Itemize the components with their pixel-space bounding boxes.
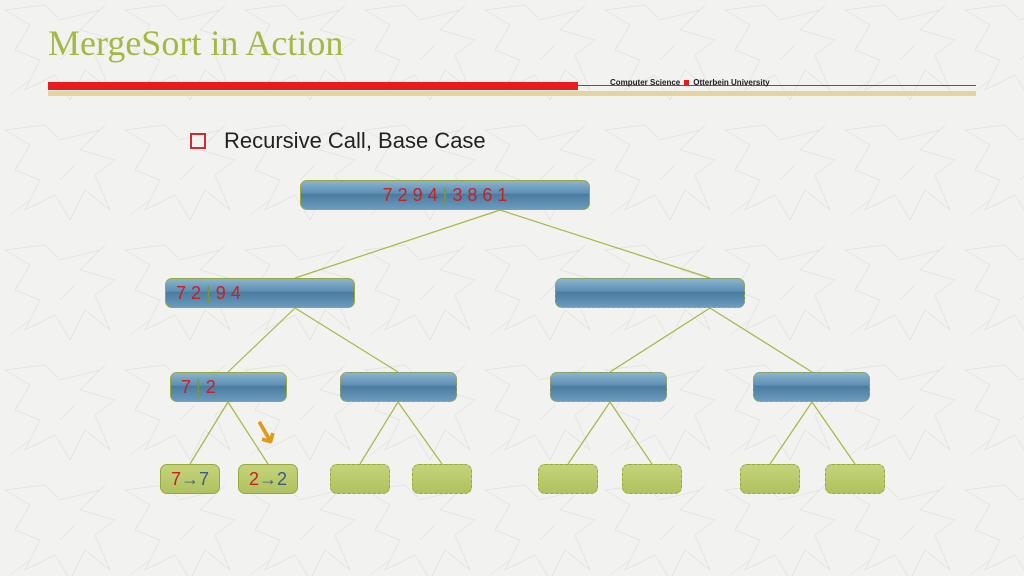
leaf-4-empty	[538, 464, 598, 494]
leaf-3-empty	[412, 464, 472, 494]
leaf-0: 7→7	[160, 464, 220, 494]
node-l2-3-empty	[753, 372, 870, 402]
recursion-tree: 7 2 9 4 | 3 8 6 1 7 2 | 9 4 7 | 2 ↘ 7→7 …	[0, 172, 1024, 512]
tree-connectors	[0, 172, 1024, 512]
node-l1-right-empty	[555, 278, 745, 308]
institution-right: Otterbein University	[693, 78, 769, 87]
institution-left: Computer Science	[610, 78, 680, 87]
bullet-text: Recursive Call, Base Case	[224, 128, 486, 154]
slide-title: MergeSort in Action	[0, 0, 1024, 64]
divider-ruler: Computer Science Otterbein University	[0, 82, 1024, 100]
node-l1-left: 7 2 | 9 4	[165, 278, 355, 308]
leaf-6-empty	[740, 464, 800, 494]
node-l2-1-empty	[340, 372, 457, 402]
leaf-7-empty	[825, 464, 885, 494]
leaf-5-empty	[622, 464, 682, 494]
leaf-1: 2→2	[238, 464, 298, 494]
node-l2-2-empty	[550, 372, 667, 402]
leaf-2-empty	[330, 464, 390, 494]
node-root: 7 2 9 4 | 3 8 6 1	[300, 180, 590, 210]
node-l2-0: 7 | 2	[170, 372, 287, 402]
bullet-item: Recursive Call, Base Case	[190, 128, 1024, 154]
bullet-square-icon	[190, 133, 206, 149]
